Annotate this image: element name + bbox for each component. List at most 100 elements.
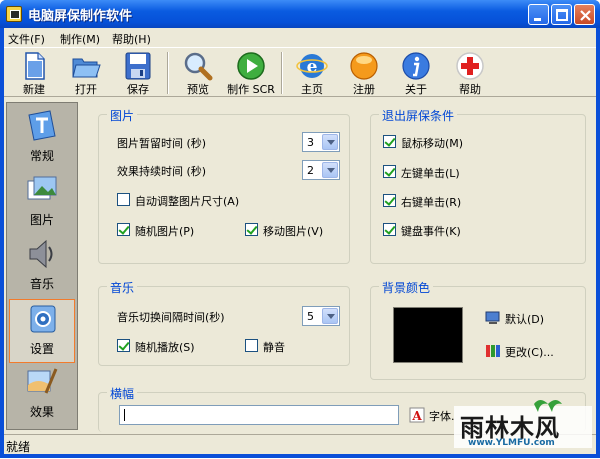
close-button[interactable]	[574, 4, 595, 25]
mute-label[interactable]: 静音	[263, 339, 285, 355]
pictures-group: 图片 图片暂留时间 (秒) 3 效果持续时间 (秒) 2 自动调整图片尺寸(A)…	[98, 107, 350, 264]
sidebar-item-settings[interactable]: 设置	[9, 299, 75, 363]
sidebar-item-music[interactable]: 音乐	[9, 235, 75, 299]
save-button[interactable]: 保存	[112, 50, 164, 96]
change-color-button[interactable]: 更改(C)...	[505, 344, 554, 360]
sidebar-item-general[interactable]: 常规	[9, 107, 75, 171]
homepage-button[interactable]: e 主页	[286, 50, 338, 96]
speaker-icon	[29, 239, 53, 269]
sidebar-item-label: 设置	[29, 342, 54, 356]
mouse-move-label[interactable]: 鼠标移动(M)	[401, 135, 463, 151]
open-button[interactable]: 打开	[60, 50, 112, 96]
text-caret	[124, 409, 125, 421]
help-icon	[456, 52, 484, 80]
toolbar: 新建 打开 保存 预览 制作 SCR e 主页 注册 关于 帮助	[4, 47, 596, 97]
about-button[interactable]: 关于	[390, 50, 442, 96]
help-label: 帮助	[459, 83, 481, 96]
title-bar[interactable]: 电脑屏保制作软件	[0, 0, 600, 28]
right-click-checkbox[interactable]	[383, 194, 396, 207]
palette-icon	[486, 345, 500, 357]
chevron-down-icon[interactable]	[322, 134, 338, 150]
background-color-group: 背景颜色 默认(D) 更改(C)...	[370, 279, 586, 380]
sidebar-item-label: 音乐	[29, 277, 54, 291]
left-click-label[interactable]: 左键单击(L)	[401, 165, 460, 181]
random-play-checkbox[interactable]	[117, 339, 130, 352]
new-button[interactable]: 新建	[8, 50, 60, 96]
app-icon	[6, 6, 22, 22]
sidebar-item-effects[interactable]: 效果	[9, 363, 75, 427]
maximize-button[interactable]	[551, 4, 572, 25]
info-icon	[402, 52, 430, 80]
client-area: 文件(F) 制作(M) 帮助(H) 新建 打开 保存 预览 制作 SCR e 主…	[4, 28, 596, 454]
help-button[interactable]: 帮助	[444, 50, 496, 96]
preview-button[interactable]: 预览	[172, 50, 224, 96]
move-picture-label[interactable]: 移动图片(V)	[263, 223, 323, 239]
pause-time-label: 图片暂留时间 (秒)	[117, 137, 207, 150]
duration-select[interactable]: 2	[302, 160, 340, 180]
left-click-checkbox[interactable]	[383, 165, 396, 178]
menu-bar: 文件(F) 制作(M) 帮助(H)	[4, 28, 596, 47]
pause-time-select[interactable]: 3	[302, 132, 340, 152]
watermark: 雨林木风 www.YLMFU.com	[448, 398, 598, 456]
make-scr-button[interactable]: 制作 SCR	[225, 50, 277, 96]
save-label: 保存	[127, 83, 149, 96]
music-group: 音乐 音乐切换间隔时间(秒) 5 随机播放(S) 静音	[98, 279, 350, 366]
open-folder-icon	[72, 58, 101, 78]
monitor-icon	[485, 311, 500, 324]
app-window: 电脑屏保制作软件 文件(F) 制作(M) 帮助(H) 新建 打开 保存 预览 制…	[0, 0, 600, 458]
sidebar: 常规 图片 音乐 设置 效果	[6, 102, 78, 430]
exit-conditions-group: 退出屏保条件 鼠标移动(M) 左键单击(L) 右键单击(R) 键盘事件(K)	[370, 107, 586, 264]
new-document-icon	[25, 52, 45, 80]
color-swatch[interactable]	[393, 307, 463, 363]
auto-resize-label[interactable]: 自动调整图片尺寸(A)	[135, 193, 239, 209]
watermark-url: www.YLMFU.com	[468, 438, 555, 448]
group-title: 横幅	[107, 385, 138, 402]
mute-checkbox[interactable]	[245, 339, 258, 352]
music-interval-select[interactable]: 5	[302, 306, 340, 326]
save-disk-icon	[125, 52, 151, 80]
magnifier-icon	[184, 52, 213, 81]
sidebar-item-label: 常规	[29, 149, 54, 163]
default-color-button[interactable]: 默认(D)	[505, 311, 544, 327]
status-text: 就绪	[6, 440, 31, 454]
chevron-down-icon[interactable]	[322, 162, 338, 178]
browser-icon: e	[296, 54, 328, 78]
settings-icon	[30, 305, 56, 333]
random-picture-checkbox[interactable]	[117, 223, 130, 236]
banner-text-input[interactable]	[119, 405, 399, 425]
random-play-label[interactable]: 随机播放(S)	[135, 339, 195, 355]
music-interval-label: 音乐切换间隔时间(秒)	[117, 311, 225, 324]
svg-text:A: A	[411, 409, 422, 423]
right-click-label[interactable]: 右键单击(R)	[401, 194, 461, 210]
sidebar-item-pictures[interactable]: 图片	[9, 171, 75, 235]
menu-help[interactable]: 帮助(H)	[112, 31, 151, 47]
make-scr-label: 制作 SCR	[227, 83, 275, 96]
sidebar-item-label: 效果	[29, 405, 54, 419]
menu-make[interactable]: 制作(M)	[60, 31, 100, 47]
font-icon: A	[409, 407, 425, 423]
effects-icon	[27, 368, 58, 394]
register-icon	[350, 52, 378, 80]
group-title: 音乐	[107, 279, 138, 296]
mouse-move-checkbox[interactable]	[383, 135, 396, 148]
settings-panel: 图片 图片暂留时间 (秒) 3 效果持续时间 (秒) 2 自动调整图片尺寸(A)…	[82, 102, 594, 432]
duration-value: 2	[307, 164, 314, 177]
auto-resize-checkbox[interactable]	[117, 193, 130, 206]
duration-label: 效果持续时间 (秒)	[117, 165, 207, 178]
sidebar-item-label: 图片	[29, 213, 54, 227]
random-picture-label[interactable]: 随机图片(P)	[135, 223, 194, 239]
minimize-button[interactable]	[528, 4, 549, 25]
menu-file[interactable]: 文件(F)	[8, 31, 45, 47]
chevron-down-icon[interactable]	[322, 308, 338, 324]
music-interval-value: 5	[307, 310, 314, 323]
play-icon	[237, 52, 265, 80]
register-button[interactable]: 注册	[338, 50, 390, 96]
keyboard-label[interactable]: 键盘事件(K)	[401, 223, 461, 239]
window-title: 电脑屏保制作软件	[28, 9, 133, 24]
group-title: 退出屏保条件	[379, 107, 458, 124]
move-picture-checkbox[interactable]	[245, 223, 258, 236]
keyboard-checkbox[interactable]	[383, 223, 396, 236]
general-icon	[28, 110, 56, 141]
pause-time-value: 3	[307, 136, 314, 149]
pictures-icon	[27, 176, 57, 200]
